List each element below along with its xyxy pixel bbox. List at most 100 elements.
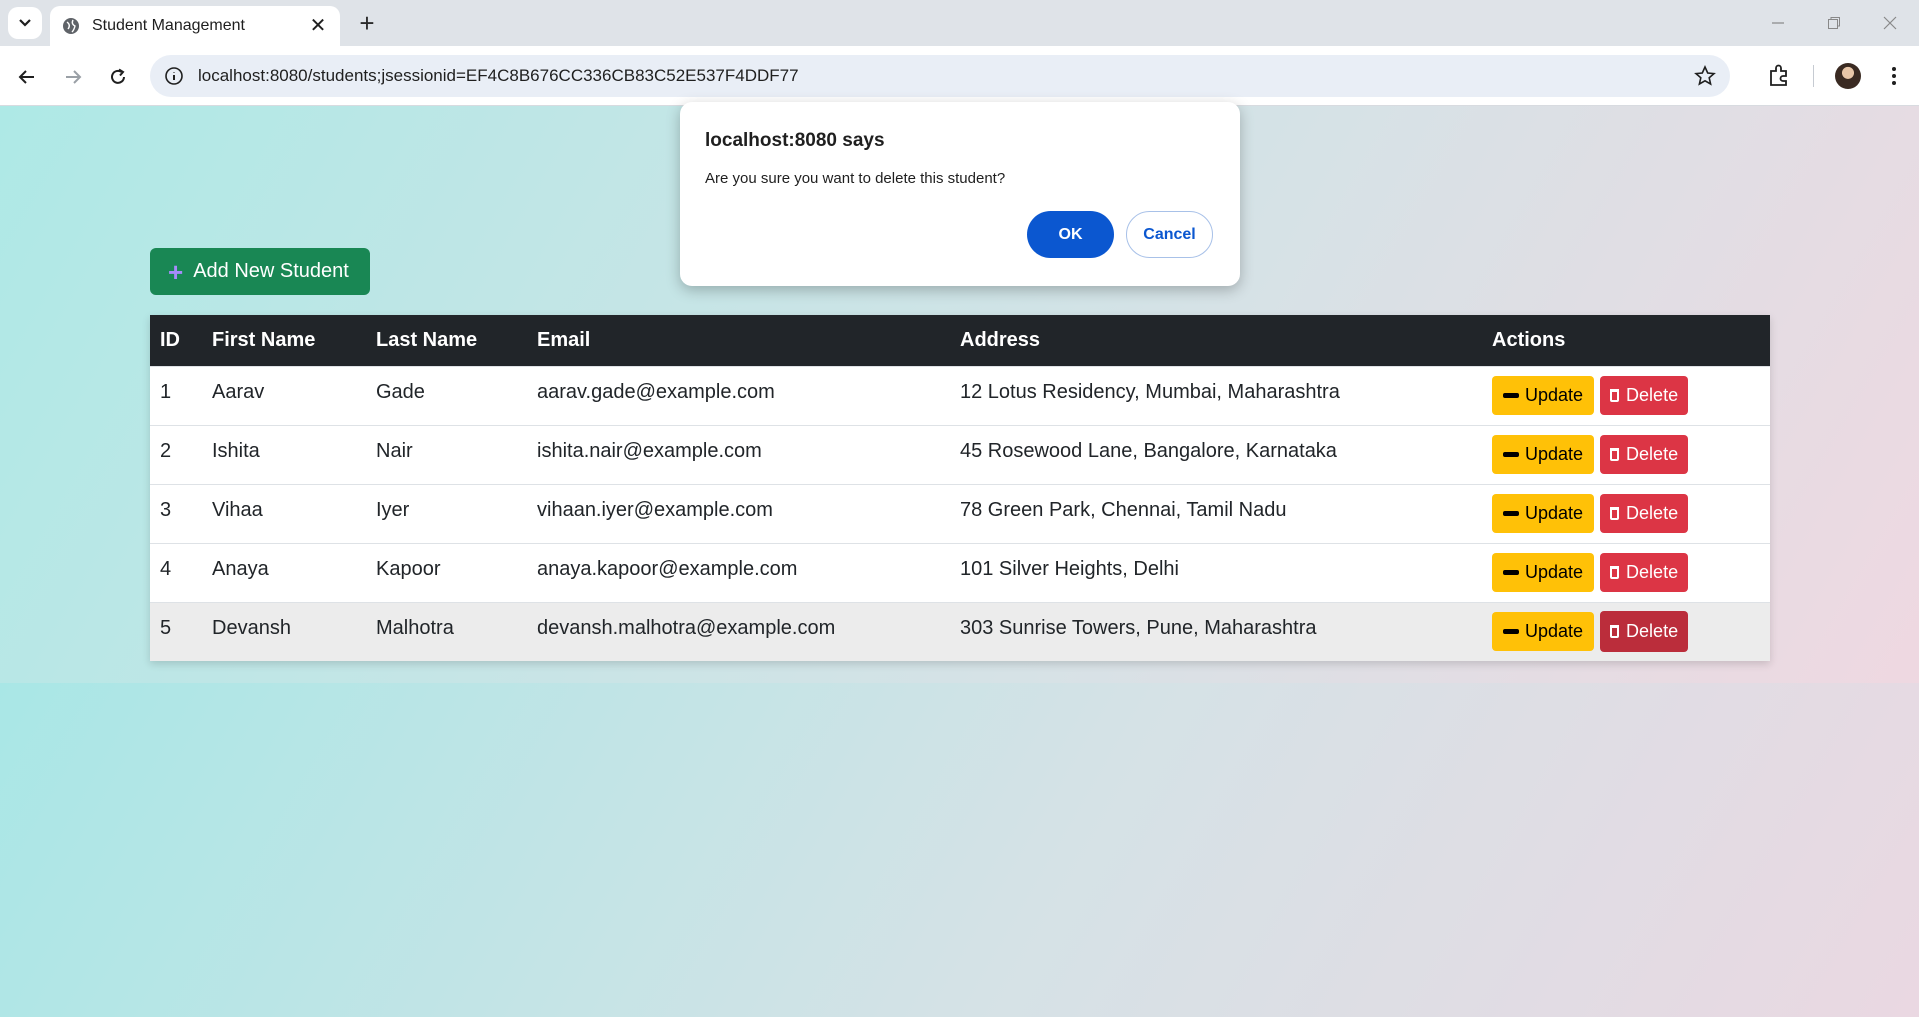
table-row: 4 Anaya Kapoor anaya.kapoor@example.com … <box>150 542 1770 602</box>
new-tab-button[interactable]: + <box>352 8 382 38</box>
address-bar[interactable]: localhost:8080/students;jsessionid=EF4C8… <box>150 55 1730 97</box>
browser-tab[interactable]: Student Management ✕ <box>50 6 340 46</box>
update-label: Update <box>1525 385 1584 405</box>
header-first-name: First Name <box>202 315 366 366</box>
cancel-button[interactable]: Cancel <box>1126 211 1213 258</box>
page-lower-background <box>0 683 1919 1017</box>
table-row: 5 Devansh Malhotra devansh.malhotra@exam… <box>150 601 1770 661</box>
bookmark-star-icon[interactable] <box>1694 65 1716 87</box>
cell-email: devansh.malhotra@example.com <box>527 601 950 661</box>
reload-icon[interactable] <box>102 61 134 93</box>
url-text[interactable]: localhost:8080/students;jsessionid=EF4C8… <box>198 66 1694 86</box>
update-button[interactable]: Update <box>1492 494 1595 533</box>
chevron-down-icon <box>19 19 31 27</box>
cell-first-name: Devansh <box>202 601 366 661</box>
cell-address: 12 Lotus Residency, Mumbai, Maharashtra <box>950 365 1482 425</box>
cell-address: 303 Sunrise Towers, Pune, Maharashtra <box>950 601 1482 661</box>
cell-last-name: Malhotra <box>366 601 527 661</box>
cell-address: 45 Rosewood Lane, Bangalore, Karnataka <box>950 424 1482 484</box>
cell-email: anaya.kapoor@example.com <box>527 542 950 602</box>
info-icon[interactable] <box>164 66 184 86</box>
delete-label: Delete <box>1626 444 1679 464</box>
delete-button[interactable]: Delete <box>1600 435 1689 474</box>
dialog-message: Are you sure you want to delete this stu… <box>705 170 1006 187</box>
extensions-icon[interactable] <box>1766 63 1792 89</box>
minimize-icon[interactable] <box>1750 0 1806 46</box>
add-new-student-label: Add New Student <box>193 260 349 282</box>
window-close-icon[interactable] <box>1862 0 1918 46</box>
update-label: Update <box>1525 621 1584 642</box>
update-button[interactable]: Update <box>1492 376 1595 415</box>
cell-id: 1 <box>150 365 202 425</box>
delete-button[interactable]: Delete <box>1600 494 1689 533</box>
trash-icon <box>1610 389 1620 402</box>
update-button[interactable]: Update <box>1492 553 1595 592</box>
header-last-name: Last Name <box>366 315 527 366</box>
update-label: Update <box>1525 562 1584 582</box>
cell-last-name: Iyer <box>366 483 527 543</box>
globe-icon <box>63 18 79 34</box>
table-header-row: ID First Name Last Name Email Address Ac… <box>150 315 1770 366</box>
add-new-student-button[interactable]: + Add New Student <box>150 248 370 295</box>
cell-email: ishita.nair@example.com <box>527 424 950 484</box>
tab-search-button[interactable] <box>8 7 42 39</box>
table-row: 1 Aarav Gade aarav.gade@example.com 12 L… <box>150 365 1770 425</box>
cell-address: 101 Silver Heights, Delhi <box>950 542 1482 602</box>
students-table: ID First Name Last Name Email Address Ac… <box>150 315 1770 661</box>
cell-last-name: Nair <box>366 424 527 484</box>
forward-icon[interactable] <box>57 61 89 93</box>
delete-button[interactable]: Delete <box>1600 376 1689 415</box>
cell-id: 5 <box>150 601 202 661</box>
tab-title: Student Management <box>92 17 245 34</box>
delete-label: Delete <box>1626 385 1679 405</box>
cell-address: 78 Green Park, Chennai, Tamil Nadu <box>950 483 1482 543</box>
delete-button[interactable]: Delete <box>1600 611 1689 653</box>
table-row: 3 Vihaa Iyer vihaan.iyer@example.com 78 … <box>150 483 1770 543</box>
cell-id: 3 <box>150 483 202 543</box>
update-label: Update <box>1525 503 1584 523</box>
update-label: Update <box>1525 444 1584 464</box>
back-icon[interactable] <box>11 61 43 93</box>
cell-actions: Update Delete <box>1482 365 1770 425</box>
cell-last-name: Gade <box>366 365 527 425</box>
trash-icon <box>1610 448 1620 461</box>
header-actions: Actions <box>1482 315 1770 366</box>
dialog-title: localhost:8080 says <box>705 130 885 151</box>
delete-label: Delete <box>1626 621 1679 642</box>
pencil-icon <box>1503 393 1519 398</box>
cell-email: vihaan.iyer@example.com <box>527 483 950 543</box>
trash-icon <box>1610 566 1620 579</box>
cell-actions: Update Delete <box>1482 542 1770 602</box>
update-button[interactable]: Update <box>1492 612 1595 652</box>
toolbar-divider <box>1813 65 1814 87</box>
ok-button[interactable]: OK <box>1027 211 1114 258</box>
delete-button[interactable]: Delete <box>1600 553 1689 592</box>
delete-label: Delete <box>1626 503 1679 523</box>
table-row: 2 Ishita Nair ishita.nair@example.com 45… <box>150 424 1770 484</box>
cell-id: 4 <box>150 542 202 602</box>
profile-avatar[interactable] <box>1835 63 1861 89</box>
close-icon[interactable]: ✕ <box>308 16 328 36</box>
cell-id: 2 <box>150 424 202 484</box>
more-menu-icon[interactable] <box>1880 61 1908 91</box>
pencil-icon <box>1503 452 1519 457</box>
cell-email: aarav.gade@example.com <box>527 365 950 425</box>
header-id: ID <box>150 315 202 366</box>
cell-actions: Update Delete <box>1482 601 1770 661</box>
pencil-icon <box>1503 629 1519 635</box>
pencil-icon <box>1503 511 1519 516</box>
restore-icon[interactable] <box>1806 0 1862 46</box>
trash-icon <box>1610 507 1620 520</box>
cell-last-name: Kapoor <box>366 542 527 602</box>
pencil-icon <box>1503 570 1519 575</box>
cell-actions: Update Delete <box>1482 424 1770 484</box>
confirm-dialog: localhost:8080 says Are you sure you wan… <box>680 102 1240 286</box>
update-button[interactable]: Update <box>1492 435 1595 474</box>
cell-first-name: Aarav <box>202 365 366 425</box>
cell-first-name: Anaya <box>202 542 366 602</box>
cell-first-name: Ishita <box>202 424 366 484</box>
delete-label: Delete <box>1626 562 1679 582</box>
cell-actions: Update Delete <box>1482 483 1770 543</box>
trash-icon <box>1610 625 1620 639</box>
cell-first-name: Vihaa <box>202 483 366 543</box>
